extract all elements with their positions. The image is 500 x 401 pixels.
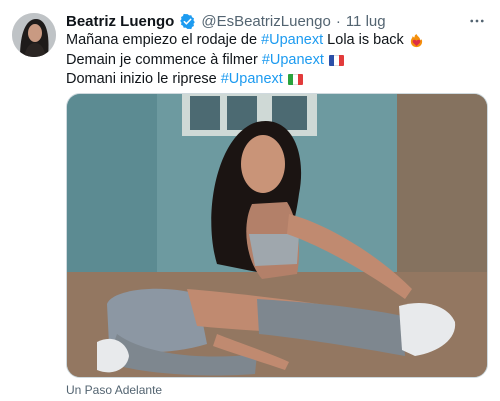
author-handle[interactable]: @EsBeatrizLuengo bbox=[201, 13, 330, 30]
hashtag-link[interactable]: #Upanext bbox=[262, 51, 324, 71]
line-text: Demain je commence à filmer bbox=[66, 51, 262, 68]
flag-italy-icon bbox=[287, 74, 303, 86]
verified-badge-icon bbox=[179, 13, 196, 30]
hashtag-link[interactable]: #Upanext bbox=[261, 31, 323, 51]
hashtag-link[interactable]: #Upanext bbox=[221, 70, 283, 90]
tweet-timestamp[interactable]: 11 lug bbox=[346, 13, 386, 30]
flag-france-icon bbox=[328, 54, 344, 66]
tweet-line-italian: Domani inizio le riprese #Upanext bbox=[66, 70, 424, 90]
heart-on-fire-icon bbox=[409, 33, 424, 48]
line-text: Mañana empiezo el rodaje de bbox=[66, 32, 262, 48]
more-dots-icon[interactable] bbox=[466, 10, 488, 32]
author-name[interactable]: Beatriz Luengo bbox=[66, 13, 174, 30]
separator-dot: · bbox=[335, 12, 341, 30]
line-text-after: Lola is back bbox=[323, 32, 404, 48]
tweet-line-spanish: Mañana empiezo el rodaje de #Upanext Lol… bbox=[66, 31, 424, 51]
tweet-header: Beatriz Luengo @EsBeatrizLuengo · 11 lug bbox=[66, 10, 386, 32]
media-caption: Un Paso Adelante bbox=[66, 383, 163, 397]
tweet-media-image[interactable] bbox=[66, 93, 488, 378]
line-text: Domani inizio le riprese bbox=[66, 71, 221, 87]
tweet-line-french: Demain je commence à filmer #Upanext bbox=[66, 51, 424, 71]
avatar[interactable] bbox=[12, 13, 56, 57]
tweet-text: Mañana empiezo el rodaje de #Upanext Lol… bbox=[66, 31, 424, 90]
